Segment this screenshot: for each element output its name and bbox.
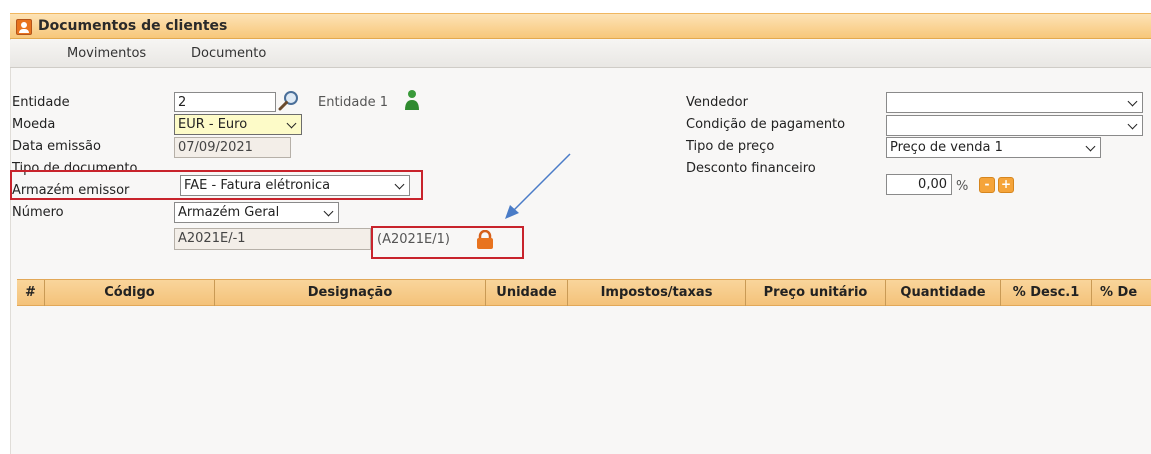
- data-emissao-input[interactable]: 07/09/2021: [174, 137, 291, 158]
- moeda-label: Moeda: [12, 117, 56, 132]
- lock-icon[interactable]: [475, 230, 495, 250]
- menu-item-documento[interactable]: Documento: [191, 46, 266, 61]
- vendedor-select[interactable]: [886, 92, 1143, 113]
- col-impostos[interactable]: Impostos/taxas: [568, 280, 746, 306]
- entidade-input[interactable]: 2: [174, 92, 276, 112]
- col-desc2[interactable]: % De: [1092, 280, 1151, 306]
- condicao-select[interactable]: [886, 115, 1143, 136]
- menu-bar: Movimentos Documento: [10, 40, 1151, 68]
- desconto-input[interactable]: 0,00: [886, 174, 952, 195]
- desconto-label: Desconto financeiro: [686, 161, 816, 176]
- col-designacao[interactable]: Designação: [215, 280, 486, 306]
- desconto-minus-button[interactable]: -: [979, 177, 995, 193]
- col-preco-unitario[interactable]: Preço unitário: [746, 280, 886, 306]
- col-number[interactable]: #: [17, 280, 45, 306]
- entidade-label: Entidade: [12, 95, 70, 110]
- person-icon: [405, 90, 419, 110]
- customer-documents-icon: [16, 19, 32, 35]
- window-titlebar: Documentos de clientes: [10, 13, 1151, 39]
- vendedor-label: Vendedor: [686, 95, 748, 110]
- tipo-preco-label: Tipo de preço: [686, 139, 775, 154]
- numero-label: Número: [12, 205, 64, 220]
- entidade-name: Entidade 1: [318, 95, 389, 110]
- grid-body: [17, 306, 1151, 454]
- window-title: Documentos de clientes: [38, 18, 228, 34]
- tipo-preco-select[interactable]: Preço de venda 1: [886, 137, 1101, 158]
- annotation-arrow: [505, 153, 571, 219]
- armazem-select[interactable]: Armazém Geral: [174, 202, 339, 223]
- grid-header: # Código Designação Unidade Impostos/tax…: [17, 279, 1151, 306]
- condicao-label: Condição de pagamento: [686, 117, 846, 132]
- desconto-plus-button[interactable]: +: [998, 177, 1014, 193]
- menu-item-movimentos[interactable]: Movimentos: [67, 46, 146, 61]
- data-emissao-label: Data emissão: [12, 139, 101, 154]
- col-unidade[interactable]: Unidade: [486, 280, 568, 306]
- moeda-select[interactable]: EUR - Euro: [174, 114, 302, 135]
- desconto-unit: %: [956, 179, 969, 194]
- tipo-documento-select[interactable]: FAE - Fatura elétronica: [180, 175, 410, 196]
- col-quantidade[interactable]: Quantidade: [886, 280, 1001, 306]
- col-desc1[interactable]: % Desc.1: [1001, 280, 1092, 306]
- search-icon[interactable]: [278, 90, 300, 112]
- col-codigo[interactable]: Código: [45, 280, 215, 306]
- numero-locked-value: (A2021E/1): [377, 232, 450, 247]
- numero-input[interactable]: A2021E/-1: [174, 228, 371, 250]
